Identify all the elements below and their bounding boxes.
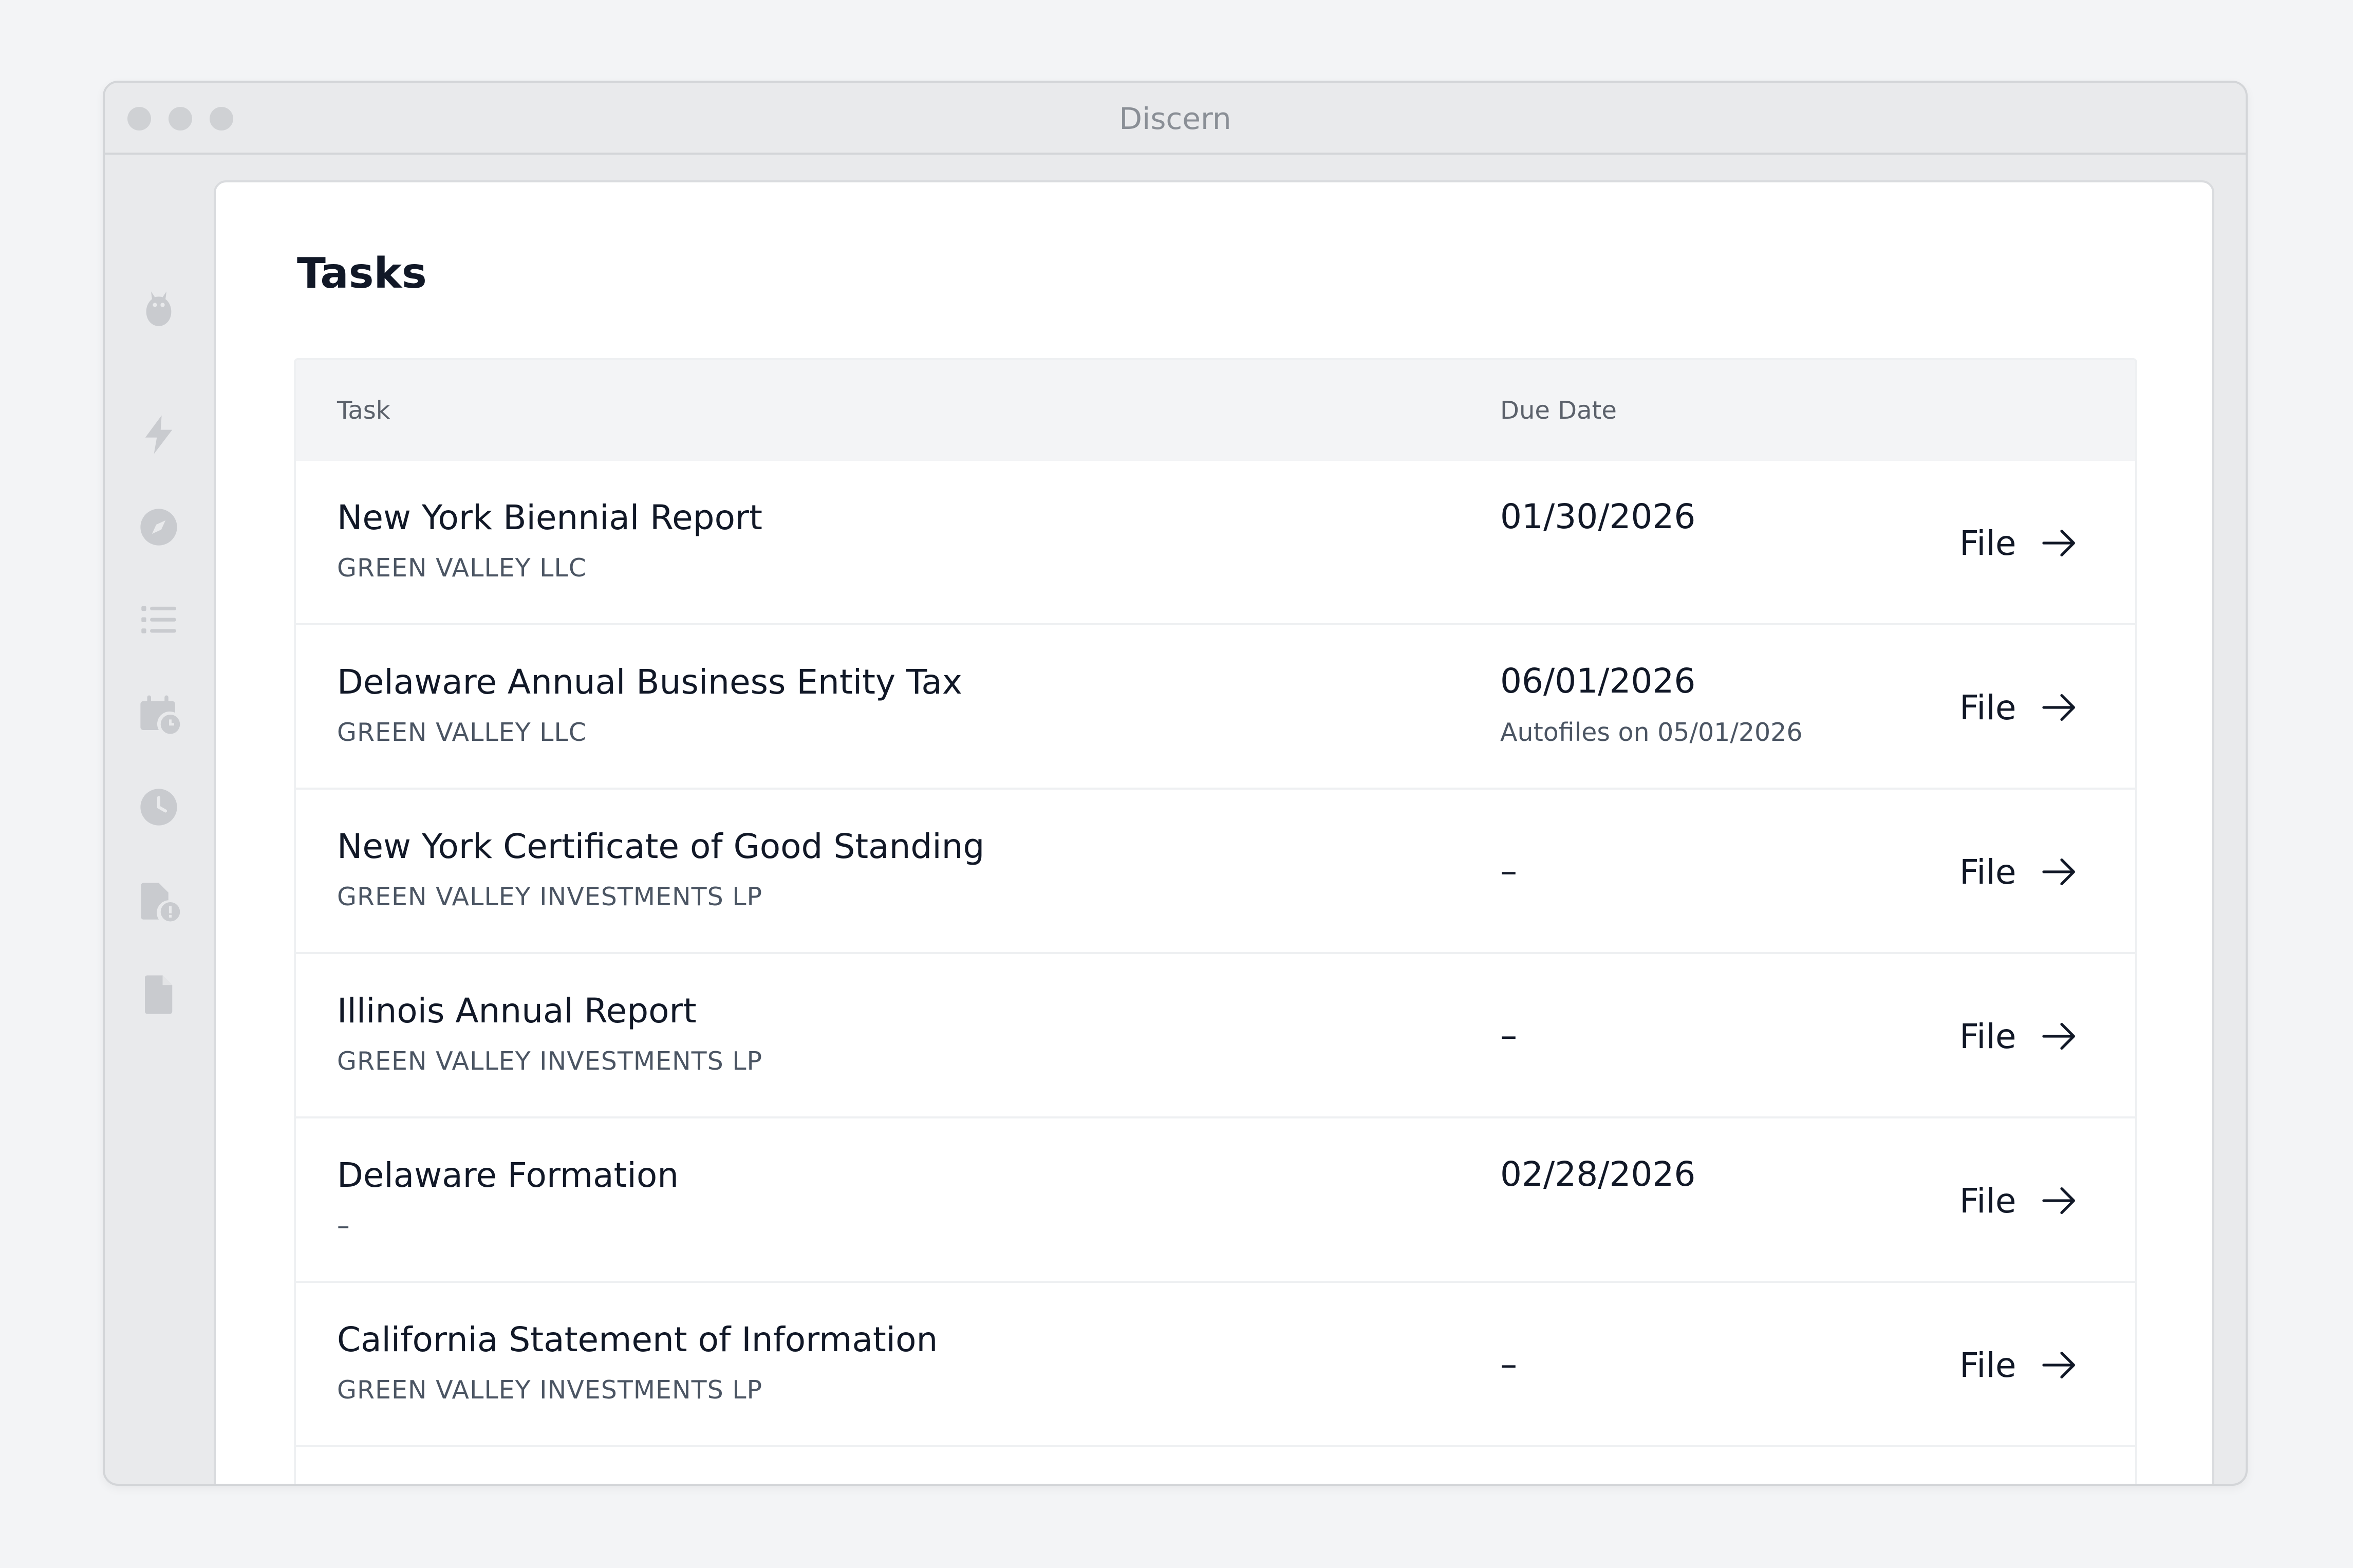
due-date: –: [1500, 1016, 1517, 1055]
file-button[interactable]: File: [1959, 1011, 2080, 1062]
task-entity: GREEN VALLEY LLC: [337, 553, 587, 583]
task-entity: GREEN VALLEY LLC: [337, 718, 587, 747]
file-button-label: File: [1959, 1345, 2016, 1385]
table-row: Delaware Formation – 02/28/2026 File: [296, 1118, 2135, 1283]
task-entity: GREEN VALLEY INVESTMENTS LP: [337, 1375, 763, 1405]
app-window: Discern Tasks Task Due Date New York Bie…: [103, 81, 2248, 1486]
task-entity: GREEN VALLEY INVESTMENTS LP: [337, 1047, 763, 1076]
document-alert-icon[interactable]: [133, 876, 184, 928]
main-content: Tasks Task Due Date New York Biennial Re…: [214, 180, 2214, 1484]
file-button[interactable]: File: [1959, 517, 2080, 569]
file-button[interactable]: File: [1959, 682, 2080, 733]
file-button-label: File: [1959, 1016, 2016, 1056]
due-date: 06/01/2026: [1500, 661, 1696, 701]
compass-icon[interactable]: [133, 501, 184, 553]
task-title: New York Biennial Report: [337, 498, 762, 537]
file-button-label: File: [1959, 687, 2016, 727]
file-button[interactable]: File: [1959, 846, 2080, 898]
due-date: –: [1500, 1345, 1517, 1384]
task-title: Delaware Annual Business Entity Tax: [337, 662, 962, 702]
document-icon[interactable]: [133, 969, 184, 1020]
arrow-right-icon: [2039, 522, 2080, 564]
clock-icon[interactable]: [133, 781, 184, 833]
autofile-note: Autofiles on 05/01/2026: [1500, 718, 1803, 747]
file-button-label: File: [1959, 1181, 2016, 1221]
table-row: Illinois Annual Report GREEN VALLEY INVE…: [296, 954, 2135, 1118]
arrow-right-icon: [2039, 1345, 2080, 1386]
table-row: Delaware Annual Business Entity Tax GREE…: [296, 625, 2135, 790]
task-entity: GREEN VALLEY INVESTMENTS LP: [337, 882, 763, 911]
due-date: 01/30/2026: [1500, 497, 1696, 536]
sidebar: [105, 155, 213, 1484]
file-button-label: File: [1959, 523, 2016, 563]
list-icon[interactable]: [133, 594, 184, 645]
arrow-right-icon: [2039, 1180, 2080, 1221]
window-title: Discern: [1119, 101, 1231, 136]
lightning-icon[interactable]: [133, 409, 184, 460]
file-button[interactable]: File: [1959, 1339, 2080, 1391]
arrow-right-icon: [2039, 851, 2080, 892]
task-title: Delaware Formation: [337, 1155, 679, 1195]
task-title: New York Certificate of Good Standing: [337, 827, 985, 866]
calendar-clock-icon[interactable]: [133, 689, 184, 740]
arrow-right-icon: [2039, 1016, 2080, 1057]
table-row: California Statement of Information GREE…: [296, 1283, 2135, 1447]
title-bar: Discern: [105, 83, 2246, 155]
file-button-label: File: [1959, 852, 2016, 892]
task-entity: –: [337, 1211, 350, 1240]
task-title: Illinois Annual Report: [337, 991, 697, 1031]
column-header-due-date: Due Date: [1500, 396, 1617, 425]
file-button[interactable]: File: [1959, 1175, 2080, 1226]
tasks-table: Task Due Date New York Biennial Report G…: [294, 358, 2137, 1484]
due-date: 02/28/2026: [1500, 1154, 1696, 1194]
table-header: Task Due Date: [296, 360, 2135, 461]
task-title: California Statement of Information: [337, 1320, 938, 1359]
table-row: New York Certificate of Good Standing GR…: [296, 790, 2135, 954]
arrow-right-icon: [2039, 687, 2080, 728]
owl-logo-icon[interactable]: [133, 283, 184, 334]
page-title: Tasks: [297, 249, 427, 298]
due-date: –: [1500, 851, 1517, 891]
table-row: New York Biennial Report GREEN VALLEY LL…: [296, 461, 2135, 625]
column-header-task: Task: [337, 396, 390, 425]
